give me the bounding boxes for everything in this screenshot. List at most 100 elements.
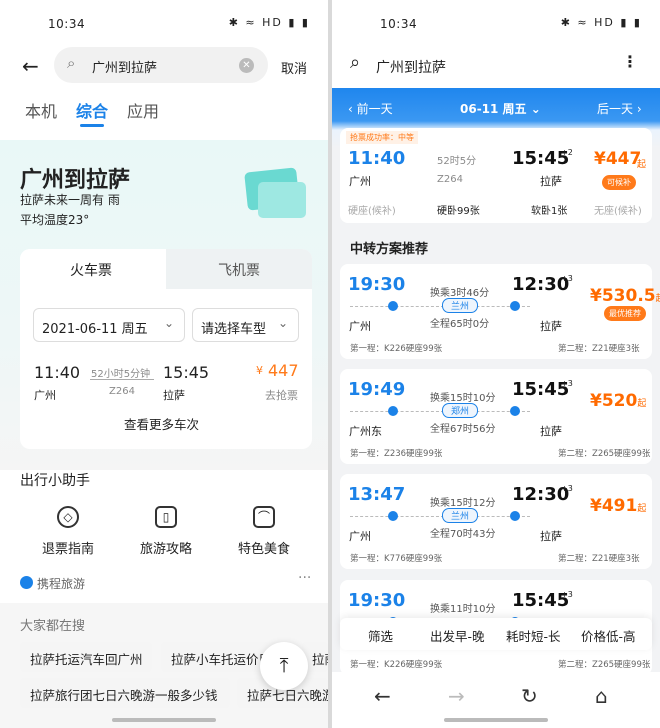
compass-icon: ◇	[57, 506, 79, 528]
clear-icon[interactable]: ✕	[239, 58, 254, 73]
refresh-icon[interactable]: ↻	[521, 684, 538, 708]
train-row[interactable]: 11:40 广州 52小时5分钟 Z264 15:45 拉萨 ¥ 447 去抢票	[20, 355, 312, 405]
menu-dots-icon[interactable]: ⋮	[622, 52, 638, 71]
date-select[interactable]: 2021-06-11 周五 ⌄	[33, 308, 185, 342]
hot-title: 大家都在搜	[20, 619, 86, 634]
transfer-card[interactable]: 19:49 广州东 换乘15时10分 郑州 全程67时56分 15:45 +3 拉萨 ¥520起…	[340, 369, 652, 464]
hot-chip[interactable]: 拉萨托运汽车回广州	[20, 642, 152, 672]
station-icon	[388, 406, 398, 416]
status-time: 10:34	[380, 17, 418, 31]
train-status: 去抢票	[265, 389, 298, 402]
total-duration: 全程67时56分	[430, 424, 496, 435]
search-box[interactable]: ⌕ 广州到拉萨 ✕	[54, 47, 268, 83]
price: ¥491起	[590, 496, 647, 516]
dest-weather: 拉萨未来一周有 雨	[20, 193, 120, 207]
left-screen: 10:34 ✱ ≈ HD ▮ ▮ ← ⌕ 广州到拉萨 ✕ 取消 本机 综合 应用…	[0, 0, 328, 728]
tab-flight[interactable]: 飞机票	[166, 249, 312, 289]
home-indicator	[112, 718, 216, 722]
station-icon	[388, 301, 398, 311]
search-icon[interactable]: ⌕	[350, 52, 360, 73]
status-icons: ✱ ≈ HD ▮ ▮	[228, 16, 310, 29]
search-input[interactable]: 广州到拉萨	[92, 57, 157, 76]
train-dep-time: 11:40	[34, 363, 81, 382]
type-select[interactable]: 请选择车型 ⌄	[192, 308, 299, 342]
dep-station: 广州	[349, 175, 371, 188]
scroll-top-button[interactable]: ⤒	[260, 642, 308, 690]
seat-none: 无座(候补)	[594, 206, 642, 217]
more-trains-link[interactable]: 查看更多车次	[124, 414, 199, 433]
next-day-label: 后一天	[597, 102, 634, 116]
arr-station: 拉萨	[540, 320, 562, 333]
tool-food-label: 特色美食	[237, 542, 290, 557]
day-offset: +3	[561, 274, 573, 283]
leg-two: 第二程：Z21硬座3张	[558, 344, 640, 354]
station-icon	[510, 511, 520, 521]
dest-temp[interactable]: 平均温度23°	[20, 211, 89, 228]
currency-symbol: ¥	[256, 364, 263, 377]
dep-station: 广州东	[349, 425, 382, 438]
status-bar: 10:34 ✱ ≈ HD ▮ ▮	[0, 0, 328, 46]
tab-local[interactable]: 本机	[25, 98, 57, 122]
dep-station: 广州	[349, 320, 371, 333]
transfer-wait: 换乘3时46分	[430, 288, 490, 299]
source-label: 携程旅游	[37, 577, 86, 591]
train-line	[90, 379, 154, 380]
leg-one: 第一程：K226硬座99张	[350, 344, 443, 354]
date-picker[interactable]: 06-11 周五 ⌄	[460, 100, 541, 117]
tool-refund[interactable]: ◇ 退票指南	[28, 506, 108, 557]
train-price: 447	[268, 361, 299, 380]
tab-indicator	[80, 124, 104, 127]
sort-price-button[interactable]: 价格低-高	[581, 626, 636, 645]
tab-train[interactable]: 火车票	[20, 249, 166, 289]
hot-chip[interactable]: 拉萨旅行团七日六晚游一般多少钱	[20, 678, 230, 708]
leg-two: 第二程：Z21硬座3张	[558, 554, 640, 564]
type-value: 请选择车型	[201, 322, 267, 337]
seat-hard-sleeper: 硬卧99张	[437, 206, 480, 217]
day-offset: +2	[561, 148, 573, 157]
sort-departure-button[interactable]: 出发早-晚	[430, 626, 485, 645]
transfer-card[interactable]: 19:30广州换乘3时46分兰州全程65时0分12:30+3拉萨¥530.5起最…	[340, 264, 660, 359]
transfer-city: 兰州	[442, 508, 479, 523]
direct-train-card[interactable]: 抢票成功率：中等 11:40 广州 52时5分 Z264 15:45 +2 拉萨…	[340, 128, 652, 223]
total-duration: 全程70时43分	[430, 529, 496, 540]
tab-apps[interactable]: 应用	[127, 98, 159, 122]
dest-title: 广州到拉萨	[20, 168, 131, 193]
ctrip-logo-icon	[20, 576, 33, 589]
tool-refund-label: 退票指南	[41, 542, 94, 557]
arr-station: 拉萨	[540, 530, 562, 543]
tool-guide[interactable]: ▯ 旅游攻略	[126, 506, 206, 557]
waitlist-badge: 可候补	[602, 175, 636, 190]
status-bar: 10:34 ✱ ≈ HD ▮ ▮	[332, 0, 660, 46]
date-value: 2021-06-11 周五	[42, 322, 148, 337]
tab-all[interactable]: 综合	[76, 98, 108, 122]
home-icon[interactable]: ⌂	[595, 684, 608, 708]
tool-guide-label: 旅游攻略	[139, 542, 192, 557]
status-time: 10:34	[48, 17, 86, 31]
transfer-card[interactable]: 13:47 广州 换乘15时12分 兰州 全程70时43分 12:30 +3 拉萨 ¥491起第…	[340, 474, 652, 569]
transfer-title: 中转方案推荐	[350, 242, 429, 257]
day-offset: +3	[561, 379, 573, 388]
best-badge: 最优推荐	[604, 306, 646, 321]
train-number: Z264	[109, 386, 135, 397]
more-dots-icon[interactable]: ···	[298, 570, 311, 586]
back-arrow-icon[interactable]: ←	[22, 54, 39, 78]
cancel-button[interactable]: 取消	[281, 58, 307, 77]
back-arrow-icon[interactable]: ←	[374, 684, 391, 708]
forward-arrow-icon[interactable]: →	[448, 684, 465, 708]
tab-train-label: 火车票	[70, 263, 112, 279]
price: ¥520起	[590, 391, 647, 411]
sort-duration-button[interactable]: 耗时短-长	[506, 626, 561, 645]
tool-food[interactable]: ⌒ 特色美食	[224, 506, 304, 557]
bookmark-icon: ▯	[155, 506, 177, 528]
chevron-down-icon: ⌄	[277, 316, 288, 330]
prev-day-button[interactable]: ‹ 前一天	[348, 100, 393, 117]
seat-soft-sleeper: 软卧1张	[531, 206, 568, 217]
price-suffix: 起	[656, 294, 660, 304]
train-number: Z264	[437, 174, 463, 185]
success-rate-tag: 抢票成功率：中等	[346, 131, 418, 144]
next-day-button[interactable]: 后一天 ›	[597, 100, 642, 117]
route-line	[350, 306, 530, 307]
leg-one: 第一程：Z236硬座99张	[350, 449, 443, 459]
search-input[interactable]: 广州到拉萨	[376, 57, 446, 77]
filter-button[interactable]: 筛选	[368, 626, 393, 645]
